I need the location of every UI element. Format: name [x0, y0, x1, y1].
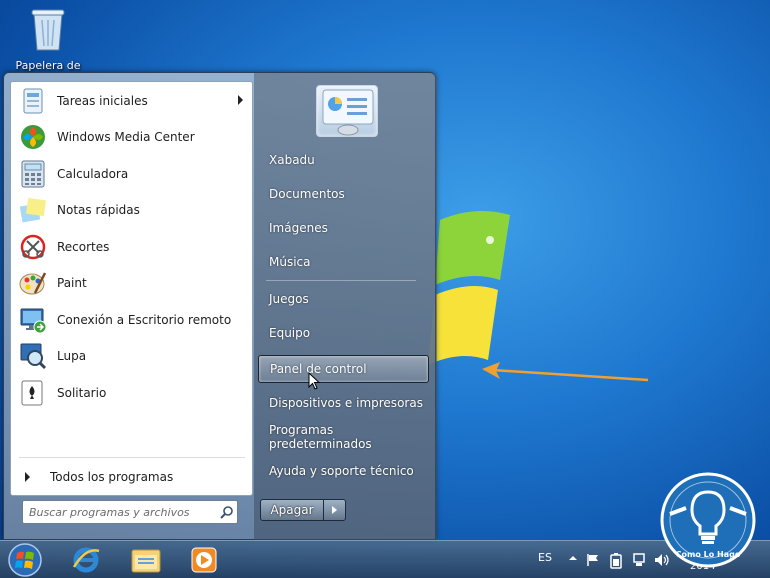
taskbar-app-explorer[interactable] — [122, 544, 170, 576]
snipping-tool-icon — [17, 231, 49, 263]
program-label: Lupa — [57, 349, 87, 363]
places-item-pictures[interactable]: Imágenes — [258, 214, 429, 242]
file-explorer-icon — [131, 549, 161, 573]
program-item-snipping-tool[interactable]: Recortes — [13, 230, 251, 264]
places-item-help-support[interactable]: Ayuda y soporte técnico — [258, 457, 429, 485]
remote-desktop-icon — [17, 304, 49, 336]
program-label: Tareas iniciales — [57, 94, 148, 108]
program-item-calculator[interactable]: Calculadora — [13, 157, 251, 191]
annotation-arrow-icon — [482, 362, 649, 382]
recycle-bin[interactable]: Papelera de — [8, 6, 88, 72]
places-item-control-panel[interactable]: Panel de control — [258, 355, 429, 383]
places-item-devices-printers[interactable]: Dispositivos e impresoras — [258, 389, 429, 417]
user-picture[interactable] — [316, 85, 378, 137]
places-item-default-programs[interactable]: Programas predeterminados — [258, 423, 429, 451]
program-item-remote-desktop[interactable]: Conexión a Escritorio remoto — [13, 303, 251, 337]
recycle-bin-label: Papelera de — [15, 59, 81, 72]
places-item-games[interactable]: Juegos — [258, 285, 429, 313]
search-box — [22, 500, 238, 524]
internet-explorer-icon — [72, 547, 100, 573]
media-player-icon — [191, 547, 217, 573]
shutdown-options-button[interactable] — [324, 499, 346, 521]
media-center-icon — [17, 121, 49, 153]
sticky-notes-icon — [17, 194, 49, 226]
submenu-arrow-icon — [238, 95, 243, 105]
solitaire-icon — [17, 377, 49, 409]
programs-pane: Tareas iniciales Windows Media Center Ca… — [10, 81, 253, 496]
language-indicator[interactable]: ES — [538, 551, 552, 564]
search-icon[interactable] — [217, 502, 237, 522]
battery-icon[interactable] — [610, 553, 622, 569]
control-panel-picture-icon — [322, 89, 374, 136]
watermark-text: Como Lo Hago — [675, 550, 741, 559]
all-programs-label: Todos los programas — [50, 470, 174, 484]
calculator-icon — [17, 158, 49, 190]
program-label: Paint — [57, 276, 87, 290]
program-label: Calculadora — [57, 167, 129, 181]
watermark-logo: Como Lo Hago — [658, 470, 758, 570]
program-label: Notas rápidas — [57, 203, 140, 217]
shutdown-group: Apagar — [260, 499, 348, 521]
places-separator — [266, 280, 416, 281]
program-item-magnifier[interactable]: Lupa — [13, 339, 251, 373]
program-label: Recortes — [57, 240, 110, 254]
start-button[interactable] — [6, 542, 44, 578]
program-label: Conexión a Escritorio remoto — [57, 313, 232, 327]
taskbar: ES 2014 — [0, 540, 770, 578]
all-programs-button[interactable]: Todos los programas — [17, 464, 247, 490]
program-item-paint[interactable]: Paint — [13, 266, 251, 300]
chevron-right-icon — [332, 506, 337, 514]
program-label: Solitario — [57, 386, 107, 400]
show-hidden-icons-icon[interactable] — [568, 553, 578, 563]
program-item-sticky-notes[interactable]: Notas rápidas — [13, 193, 251, 227]
program-item-getting-started[interactable]: Tareas iniciales — [13, 84, 251, 118]
taskbar-app-media-player[interactable] — [180, 544, 228, 576]
places-item-user[interactable]: Xabadu — [258, 146, 429, 174]
taskbar-app-internet-explorer[interactable] — [62, 544, 110, 576]
paint-icon — [17, 267, 49, 299]
shutdown-button[interactable]: Apagar — [260, 499, 324, 521]
network-icon[interactable] — [632, 553, 646, 567]
places-item-documents[interactable]: Documentos — [258, 180, 429, 208]
getting-started-icon — [17, 85, 49, 117]
mouse-cursor-icon — [308, 372, 320, 390]
program-item-solitaire[interactable]: Solitario — [13, 376, 251, 410]
program-item-media-center[interactable]: Windows Media Center — [13, 120, 251, 154]
action-center-flag-icon[interactable] — [586, 553, 600, 567]
places-pane: Xabadu Documentos Imágenes Música Juegos… — [254, 73, 437, 541]
start-menu: Tareas iniciales Windows Media Center Ca… — [3, 72, 437, 541]
chevron-right-icon — [25, 472, 30, 482]
magnifier-icon — [17, 340, 49, 372]
program-label: Windows Media Center — [57, 130, 195, 144]
places-item-computer[interactable]: Equipo — [258, 319, 429, 347]
programs-separator — [19, 457, 245, 458]
search-input[interactable] — [23, 502, 217, 522]
places-item-music[interactable]: Música — [258, 248, 429, 276]
recycle-bin-icon — [31, 9, 65, 51]
